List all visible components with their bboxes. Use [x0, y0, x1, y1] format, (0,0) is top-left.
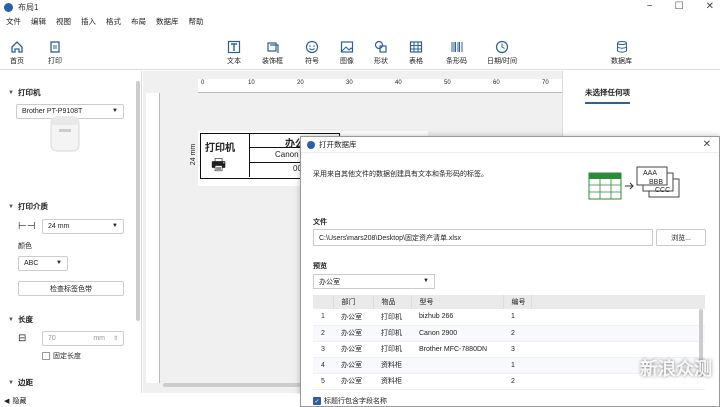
- menu-layout[interactable]: 布局: [131, 16, 146, 27]
- length-input[interactable]: 70 mm ⇕: [42, 331, 124, 346]
- print-icon: [48, 40, 62, 54]
- window-title: 布局1: [18, 2, 39, 12]
- barcode-button[interactable]: 条形码: [446, 40, 467, 66]
- column-header[interactable]: 型号: [411, 295, 504, 309]
- label-height-dimension: 24 mm: [190, 143, 198, 166]
- close-icon[interactable]: ✕: [706, 1, 714, 12]
- ribbon-toolbar: 首页 打印 文本 装饰框 符号 图像 形状 表格 条形码 日期/时间 数据库: [0, 30, 720, 70]
- canvas-hscrollbar[interactable]: [163, 383, 313, 387]
- database-icon: [615, 40, 629, 54]
- table-button[interactable]: 表格: [409, 40, 423, 66]
- app-logo-icon: [4, 2, 13, 12]
- menu-database[interactable]: 数据库: [156, 16, 179, 27]
- menu-insert[interactable]: 插入: [81, 16, 96, 27]
- clock-icon: [495, 40, 509, 54]
- shape-button[interactable]: 形状: [374, 40, 388, 66]
- checkmark-icon: ✓: [313, 397, 321, 405]
- media-section-header[interactable]: ▼ 打印介质: [8, 201, 48, 212]
- left-scrollbar[interactable]: [136, 81, 140, 321]
- text-button[interactable]: 文本: [227, 40, 241, 66]
- table-icon: [409, 40, 423, 54]
- column-header: [313, 295, 334, 309]
- file-path-input[interactable]: C:\Users\mars208\Desktop\固定资产清单.xlsx: [313, 229, 653, 246]
- collapse-left-icon[interactable]: ◀: [4, 397, 9, 405]
- image-button[interactable]: 图像: [340, 40, 354, 66]
- symbol-button[interactable]: 符号: [305, 40, 319, 66]
- text-icon: [227, 40, 241, 54]
- home-button[interactable]: 首页: [10, 40, 24, 66]
- close-icon[interactable]: ✕: [703, 139, 711, 150]
- chevron-down-icon: ▼: [112, 223, 118, 229]
- chevron-down-icon: ▼: [8, 89, 14, 96]
- menu-edit[interactable]: 编辑: [31, 16, 46, 27]
- table-row[interactable]: 2 办公室 打印机 Canon 2900 2: [313, 325, 705, 342]
- chevron-down-icon: ▼: [112, 108, 118, 114]
- column-header[interactable]: 编号: [503, 295, 532, 309]
- barcode-icon: [450, 40, 464, 54]
- home-icon: [10, 40, 24, 54]
- tab-no-selection[interactable]: 未选择任何项: [585, 87, 630, 104]
- status-bar: ◀ 隐藏: [0, 394, 300, 407]
- chevron-down-icon: ▼: [423, 278, 429, 284]
- vertical-ruler: [146, 93, 160, 383]
- margin-section-header[interactable]: ▼ 边距: [8, 377, 33, 388]
- chevron-down-icon: ▼: [8, 316, 14, 323]
- header-row-checkbox[interactable]: ✓ 标题行包含字段名称: [313, 396, 387, 406]
- menu-help[interactable]: 帮助: [189, 16, 204, 27]
- check-tape-button[interactable]: 检查标签色带: [18, 281, 124, 296]
- chevron-down-icon: ▼: [56, 260, 62, 266]
- menu-format[interactable]: 格式: [106, 16, 121, 27]
- tape-width-icon: ⊢⊣: [18, 221, 36, 232]
- datetime-button[interactable]: 日期/时间: [487, 40, 517, 66]
- horizontal-ruler: 0 10 20 30 40 50 60 70: [198, 79, 562, 93]
- preview-label: 预览: [313, 263, 327, 270]
- dialog-description: 采用来自其他文件的数据创建具有文本和条形码的标签。: [313, 171, 488, 178]
- minimize-icon[interactable]: −: [647, 1, 653, 12]
- label-cell-model: Canon: [275, 150, 299, 159]
- menu-file[interactable]: 文件: [6, 16, 21, 27]
- browse-button[interactable]: 浏览...: [656, 229, 706, 246]
- stepper-icon: ⇕: [112, 336, 118, 342]
- chevron-down-icon: ▼: [8, 203, 14, 210]
- label-cell-printer: 打印机: [205, 143, 235, 154]
- chevron-down-icon: ▼: [8, 379, 14, 386]
- hide-panel-button[interactable]: 隐藏: [12, 396, 26, 406]
- database-merge-graphic: AAA BBB CCC: [587, 165, 687, 205]
- menu-view[interactable]: 视图: [56, 16, 71, 27]
- app-logo-icon: [307, 140, 315, 149]
- printer-image: [45, 111, 85, 157]
- sheet-select[interactable]: 办公室 ▼: [313, 274, 435, 289]
- watermark-text: 新浪众测: [640, 359, 712, 379]
- checkbox-icon: [42, 352, 50, 360]
- printer-icon: 🖶: [211, 157, 227, 174]
- smiley-icon: [305, 40, 319, 54]
- table-header-row: 部门 物品 型号 编号: [313, 295, 705, 309]
- dialog-titlebar: 打开数据库: [301, 137, 719, 153]
- frame-button[interactable]: 装饰框: [262, 40, 283, 66]
- database-button[interactable]: 数据库: [611, 40, 632, 66]
- properties-panel: ▼ 打印机 Brother PT-P9108T ▼ ▼ 打印介质 ⊢⊣ 24 m…: [0, 71, 142, 393]
- title-bar: 布局1 − ☐ ✕: [0, 0, 720, 14]
- color-label: 颜色: [18, 243, 32, 250]
- file-label: 文件: [313, 219, 327, 226]
- color-select[interactable]: ABC ▼: [18, 256, 68, 271]
- table-row[interactable]: 1 办公室 打印机 bizhub 266 1: [313, 309, 705, 326]
- menu-bar: 文件 编辑 视图 插入 格式 布局 数据库 帮助: [0, 15, 204, 28]
- image-icon: [340, 40, 354, 54]
- frame-icon: [266, 40, 280, 54]
- length-icon: ⊟: [18, 333, 27, 344]
- tape-width-select[interactable]: 24 mm ▼: [42, 219, 124, 234]
- column-header[interactable]: 部门: [333, 295, 374, 309]
- maximize-icon[interactable]: ☐: [675, 1, 684, 12]
- fixed-length-checkbox[interactable]: 固定长度: [42, 351, 81, 361]
- print-button[interactable]: 打印: [48, 40, 62, 66]
- printer-section-header[interactable]: ▼ 打印机: [8, 87, 40, 98]
- shape-icon: [374, 40, 388, 54]
- length-section-header[interactable]: ▼ 长度: [8, 314, 33, 325]
- column-header[interactable]: 物品: [373, 295, 412, 309]
